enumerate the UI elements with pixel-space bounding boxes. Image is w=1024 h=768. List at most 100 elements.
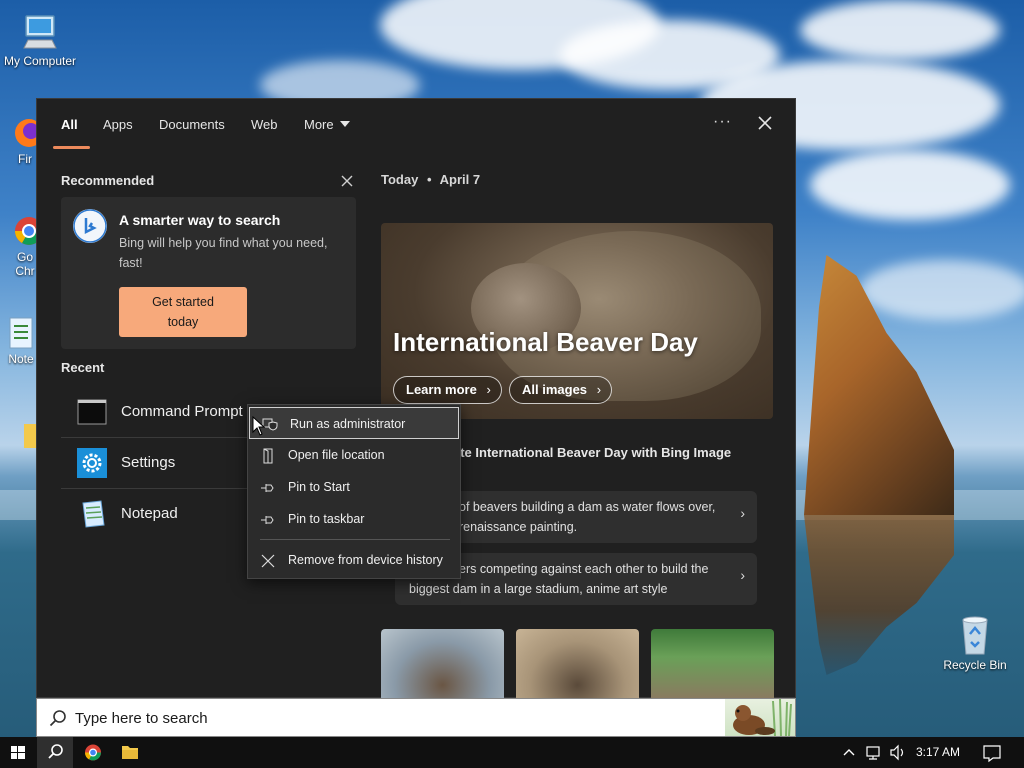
desktop-icon-firefox[interactable]: Fir bbox=[12, 116, 38, 166]
menu-item-run-as-administrator[interactable]: Run as administrator bbox=[249, 407, 459, 439]
recent-heading: Recent bbox=[61, 360, 105, 375]
chevron-right-icon: › bbox=[740, 505, 745, 521]
chevron-right-icon: › bbox=[486, 382, 491, 397]
prompt-line: biggest dam in a large stadium, anime ar… bbox=[409, 582, 668, 596]
desktop-icon-label: Fir bbox=[18, 152, 32, 166]
menu-item-pin-to-start[interactable]: Pin to Start bbox=[248, 473, 460, 503]
taskbar: 3:17 AM bbox=[0, 737, 1024, 768]
search-icon bbox=[48, 744, 63, 759]
folder-icon bbox=[24, 424, 36, 448]
search-icon bbox=[49, 710, 66, 727]
all-images-label: All images bbox=[522, 382, 588, 397]
notepad-icon bbox=[82, 500, 105, 528]
folder-icon bbox=[122, 746, 138, 759]
chevron-right-icon: › bbox=[596, 382, 602, 397]
volume-icon[interactable] bbox=[888, 737, 908, 768]
caret-down-icon bbox=[339, 121, 350, 127]
recent-item-label: Settings bbox=[121, 454, 176, 471]
desktop-icon-label: Note bbox=[8, 352, 34, 366]
tab-more-label: More bbox=[304, 117, 334, 132]
desktop-icon-label: Go bbox=[16, 250, 33, 264]
beaver-icon bbox=[733, 699, 792, 736]
desktop-icon-chrome[interactable]: Go Chr bbox=[12, 214, 38, 278]
taskbar-search-button[interactable] bbox=[37, 737, 73, 768]
recent-item-label: Command Prompt bbox=[121, 403, 243, 420]
desktop-icon-folder[interactable] bbox=[22, 418, 36, 454]
mouse-cursor-icon bbox=[252, 416, 266, 436]
chrome-icon bbox=[15, 217, 38, 245]
computer-icon bbox=[23, 15, 57, 49]
taskbar-search-box[interactable] bbox=[36, 698, 796, 737]
menu-item-remove-from-history[interactable]: Remove from device history bbox=[248, 546, 460, 576]
gear-icon bbox=[77, 448, 107, 478]
search-tabs: All Apps Documents Web More ··· bbox=[37, 99, 795, 149]
notepad-icon bbox=[9, 317, 33, 349]
bing-logo-icon bbox=[73, 209, 107, 243]
image-thumbnail[interactable] bbox=[381, 629, 504, 699]
windows-logo-icon bbox=[11, 746, 25, 759]
all-images-button[interactable]: All images › bbox=[509, 376, 613, 404]
tab-more[interactable]: More bbox=[304, 117, 350, 132]
firefox-icon bbox=[15, 119, 38, 147]
today-label: Today bbox=[381, 172, 419, 187]
bing-promo-card: A smarter way to search Bing will help y… bbox=[61, 197, 356, 349]
taskbar-chrome-button[interactable] bbox=[75, 737, 111, 768]
search-panel: All Apps Documents Web More ··· Recommen… bbox=[36, 98, 796, 699]
get-started-label: today bbox=[167, 315, 199, 329]
menu-item-label: Pin to taskbar bbox=[288, 512, 365, 526]
close-icon[interactable] bbox=[755, 113, 775, 133]
tab-all[interactable]: All bbox=[61, 117, 78, 132]
pin-icon bbox=[261, 484, 274, 492]
menu-item-open-file-location[interactable]: Open file location bbox=[248, 441, 460, 471]
bing-card-title: A smarter way to search bbox=[119, 212, 281, 228]
recent-item-label: Notepad bbox=[121, 505, 178, 522]
desktop-icon-label: Chr bbox=[15, 264, 35, 278]
image-thumbnail[interactable] bbox=[651, 629, 774, 699]
start-button[interactable] bbox=[0, 737, 36, 768]
ellipsis-icon[interactable]: ··· bbox=[713, 113, 732, 131]
recycle-bin-icon bbox=[962, 616, 988, 655]
today-date: April 7 bbox=[439, 172, 481, 187]
chevron-right-icon: › bbox=[740, 567, 745, 583]
desktop-icon-recycle-bin[interactable]: Recycle Bin bbox=[940, 614, 1010, 672]
folder-location-icon bbox=[263, 448, 273, 464]
desktop-icon-label: Recycle Bin bbox=[943, 658, 1007, 672]
image-thumbnail[interactable] bbox=[516, 629, 639, 699]
menu-item-label: Remove from device history bbox=[288, 553, 443, 567]
bing-card-description: Bing will help you find what you need, f… bbox=[119, 236, 328, 270]
desktop-icon-notepad[interactable]: Note bbox=[6, 316, 36, 366]
tab-documents[interactable]: Documents bbox=[159, 117, 225, 132]
recommended-heading: Recommended bbox=[61, 173, 155, 188]
context-menu: Run as administrator Open file location … bbox=[247, 404, 461, 579]
today-header: Today • April 7 bbox=[381, 172, 480, 187]
hero-title: International Beaver Day bbox=[393, 327, 698, 357]
tab-apps[interactable]: Apps bbox=[103, 117, 133, 132]
menu-separator bbox=[260, 539, 450, 540]
tab-web[interactable]: Web bbox=[251, 117, 278, 132]
today-separator: • bbox=[426, 172, 432, 187]
search-input[interactable] bbox=[75, 705, 675, 731]
search-highlight-beaver-image[interactable] bbox=[725, 699, 795, 736]
taskbar-clock[interactable]: 3:17 AM bbox=[916, 745, 960, 759]
menu-item-pin-to-taskbar[interactable]: Pin to taskbar bbox=[248, 505, 460, 535]
desktop-icon-label: My Computer bbox=[3, 54, 77, 68]
chrome-icon bbox=[85, 744, 101, 761]
menu-item-label: Pin to Start bbox=[288, 480, 350, 494]
pin-icon bbox=[261, 516, 274, 524]
hero-card-beaver-day[interactable]: International Beaver Day Learn more › All… bbox=[381, 223, 773, 419]
notification-center-icon[interactable] bbox=[980, 737, 1004, 768]
dismiss-recommended-icon[interactable] bbox=[339, 173, 355, 189]
network-icon[interactable] bbox=[864, 737, 884, 768]
get-started-button[interactable]: Get started today bbox=[119, 287, 247, 337]
menu-item-label: Open file location bbox=[288, 448, 385, 462]
menu-item-label: Run as administrator bbox=[290, 417, 406, 431]
active-tab-indicator bbox=[53, 146, 90, 149]
learn-more-button[interactable]: Learn more › bbox=[393, 376, 502, 404]
command-prompt-icon bbox=[77, 399, 107, 425]
close-icon bbox=[261, 554, 275, 568]
show-hidden-icons-chevron-up-icon[interactable] bbox=[840, 737, 858, 768]
learn-more-label: Learn more bbox=[406, 382, 477, 397]
taskbar-file-explorer-button[interactable] bbox=[112, 737, 148, 768]
get-started-label: Get started bbox=[152, 295, 214, 309]
desktop-icon-my-computer[interactable]: My Computer bbox=[0, 12, 80, 68]
